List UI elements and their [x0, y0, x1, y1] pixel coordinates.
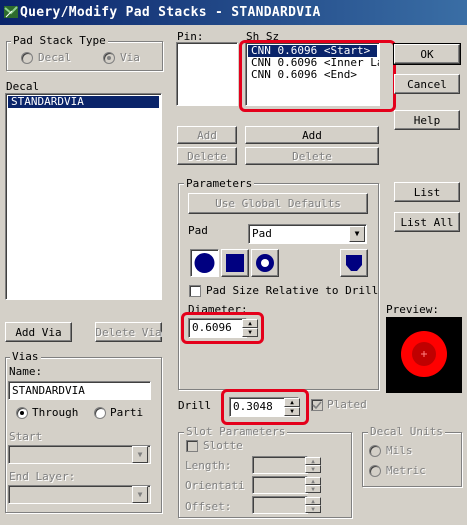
pad-label: Pad — [188, 224, 208, 237]
pad-type-value: Pad — [252, 227, 272, 240]
slot-offset-label: Offset: — [185, 500, 232, 513]
preview-canvas — [386, 317, 462, 393]
delete-shape-button[interactable]: Delete — [245, 147, 379, 165]
partial-radio-label: Parti — [110, 406, 144, 419]
cancel-button[interactable]: Cancel — [394, 74, 460, 94]
plated-checkbox[interactable] — [311, 399, 323, 411]
plated-label: Plated — [327, 398, 367, 411]
pad-size-relative-label: Pad Size Relative to Drill — [206, 284, 379, 297]
start-layer-dropdown-icon[interactable]: ▼ — [132, 446, 148, 463]
slot-length-label: Length: — [185, 459, 232, 472]
decal-list[interactable]: STANDARDVIA — [5, 93, 162, 300]
annular-pad-button[interactable] — [251, 249, 279, 277]
slot-offset-spinner[interactable]: ▲ ▼ — [305, 497, 321, 513]
delete-pin-button[interactable]: Delete — [177, 147, 237, 165]
add-pin-button[interactable]: Add — [177, 126, 237, 144]
through-radio[interactable] — [16, 407, 28, 419]
through-radio-label: Through — [32, 406, 79, 419]
decal-radio[interactable] — [21, 52, 33, 64]
vias-label: Vias — [10, 350, 41, 363]
square-pad-icon — [226, 254, 244, 272]
via-name-input[interactable]: STANDARDVIA — [8, 381, 151, 400]
preview-label: Preview: — [386, 303, 439, 316]
pad-stack-type-label: Pad Stack Type — [11, 34, 108, 47]
round-pad-icon — [194, 253, 215, 273]
pin-list[interactable] — [176, 42, 238, 106]
via-radio-label: Via — [120, 51, 140, 64]
decal-list-item[interactable]: STANDARDVIA — [8, 96, 159, 108]
ok-button[interactable]: OK — [393, 43, 461, 65]
parameters-label: Parameters — [184, 177, 255, 190]
slot-length-input[interactable] — [252, 456, 308, 474]
slot-orientation-spinner[interactable]: ▲ ▼ — [305, 477, 321, 493]
partial-radio[interactable] — [94, 407, 106, 419]
end-layer-label: End Layer: — [9, 470, 76, 483]
add-via-button[interactable]: Add Via — [5, 322, 72, 342]
shape-list-highlight — [239, 40, 396, 112]
start-layer-label: Start — [9, 430, 43, 443]
via-name-label: Name: — [9, 365, 43, 378]
pad-size-relative-checkbox[interactable] — [189, 285, 201, 297]
window-title: Query/Modify Pad Stacks - STANDARDVIA — [20, 5, 321, 20]
chevron-down-icon[interactable]: ▼ — [349, 226, 365, 242]
decal-radio-label: Decal — [38, 51, 72, 64]
slotted-label: Slotte — [203, 439, 243, 452]
square-pad-button[interactable] — [221, 249, 249, 277]
list-button[interactable]: List — [394, 182, 460, 202]
diameter-highlight — [181, 312, 264, 344]
round-pad-button[interactable] — [190, 249, 219, 277]
slot-orientation-input[interactable] — [252, 476, 308, 494]
end-layer-dropdown-icon[interactable]: ▼ — [132, 486, 148, 503]
slot-parameters-label: Slot Parameters — [184, 425, 288, 438]
drill-highlight — [221, 389, 309, 425]
mils-radio[interactable] — [369, 445, 381, 457]
list-all-button[interactable]: List All — [394, 212, 460, 232]
via-radio[interactable] — [103, 52, 115, 64]
delete-via-button[interactable]: Delete Via — [95, 322, 162, 342]
add-shape-button[interactable]: Add — [245, 126, 379, 144]
metric-radio[interactable] — [369, 465, 381, 477]
title-bar: Query/Modify Pad Stacks - STANDARDVIA — [0, 0, 467, 25]
decal-units-group — [362, 432, 462, 487]
start-layer-select[interactable] — [8, 445, 151, 464]
mils-radio-label: Mils — [386, 444, 413, 457]
decal-label: Decal — [6, 80, 40, 93]
metric-radio-label: Metric — [386, 464, 426, 477]
slot-offset-input[interactable] — [252, 496, 308, 514]
thermal-pad-icon — [346, 255, 362, 271]
checkmark-icon — [312, 401, 322, 410]
slot-length-spinner[interactable]: ▲ ▼ — [305, 457, 321, 473]
end-layer-select[interactable] — [8, 485, 151, 504]
slot-orientation-label: Orientati — [185, 479, 245, 492]
use-global-defaults-button[interactable]: Use Global Defaults — [188, 193, 368, 214]
help-button[interactable]: Help — [394, 110, 460, 130]
decal-units-label: Decal Units — [368, 425, 445, 438]
thermal-pad-button[interactable] — [340, 249, 368, 277]
drill-label: Drill — [178, 399, 212, 412]
via-name-value: STANDARDVIA — [12, 384, 85, 397]
via-preview-graphic — [401, 331, 447, 377]
app-icon — [4, 6, 18, 18]
slotted-checkbox[interactable] — [186, 440, 198, 452]
annular-pad-icon — [256, 254, 274, 272]
